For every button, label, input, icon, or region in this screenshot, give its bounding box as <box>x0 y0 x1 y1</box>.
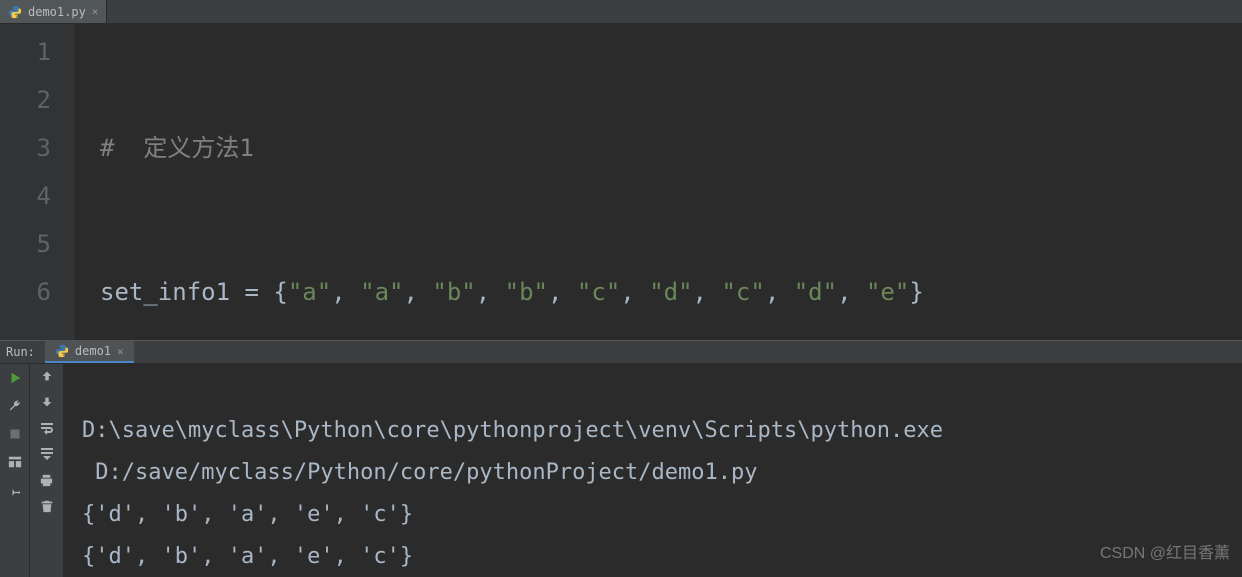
close-icon[interactable]: ✕ <box>117 345 124 358</box>
run-toolbar-secondary <box>30 364 64 577</box>
run-panel-header: Run: demo1 ✕ <box>0 340 1242 364</box>
code-area[interactable]: # 定义方法1 set_info1 = {"a", "a", "b", "b",… <box>74 24 1242 340</box>
print-icon[interactable] <box>39 472 55 488</box>
console-output[interactable]: D:\save\myclass\Python\core\pythonprojec… <box>64 364 1242 577</box>
python-file-icon <box>55 344 69 358</box>
close-icon[interactable]: ✕ <box>92 5 99 18</box>
python-file-icon <box>8 5 22 19</box>
run-panel: D:\save\myclass\Python\core\pythonprojec… <box>0 364 1242 577</box>
console-line: D:\save\myclass\Python\core\pythonprojec… <box>82 418 943 443</box>
console-line: {'d', 'b', 'a', 'e', 'c'} <box>82 502 413 527</box>
console-line: {'d', 'b', 'a', 'e', 'c'} <box>82 544 413 569</box>
stop-icon[interactable] <box>7 426 23 442</box>
code-line: set_info1 = {"a", "a", "b", "b", "c", "d… <box>100 268 1242 316</box>
console-line: D:/save/myclass/Python/core/pythonProjec… <box>82 460 758 485</box>
watermark: CSDN @红目香薰 <box>1100 533 1230 575</box>
scroll-to-end-icon[interactable] <box>39 446 55 462</box>
soft-wrap-icon[interactable] <box>39 420 55 436</box>
editor-tabbar: demo1.py ✕ <box>0 0 1242 24</box>
run-label: Run: <box>0 345 45 359</box>
code-line: # 定义方法1 <box>100 124 1242 172</box>
wrench-icon[interactable] <box>7 398 23 414</box>
code-editor[interactable]: 1 2 3 4 5 6 # 定义方法1 set_info1 = {"a", "a… <box>0 24 1242 340</box>
pin-icon[interactable] <box>7 482 23 498</box>
line-gutter: 1 2 3 4 5 6 <box>0 24 74 340</box>
run-icon[interactable] <box>7 370 23 386</box>
down-icon[interactable] <box>39 394 55 410</box>
editor-tab-label: demo1.py <box>28 5 86 19</box>
up-icon[interactable] <box>39 368 55 384</box>
layout-icon[interactable] <box>7 454 23 470</box>
editor-tab-demo1[interactable]: demo1.py ✕ <box>0 0 107 23</box>
run-tab[interactable]: demo1 ✕ <box>45 341 134 363</box>
run-tab-label: demo1 <box>75 344 111 358</box>
trash-icon[interactable] <box>39 498 55 514</box>
run-toolbar-primary <box>0 364 30 577</box>
